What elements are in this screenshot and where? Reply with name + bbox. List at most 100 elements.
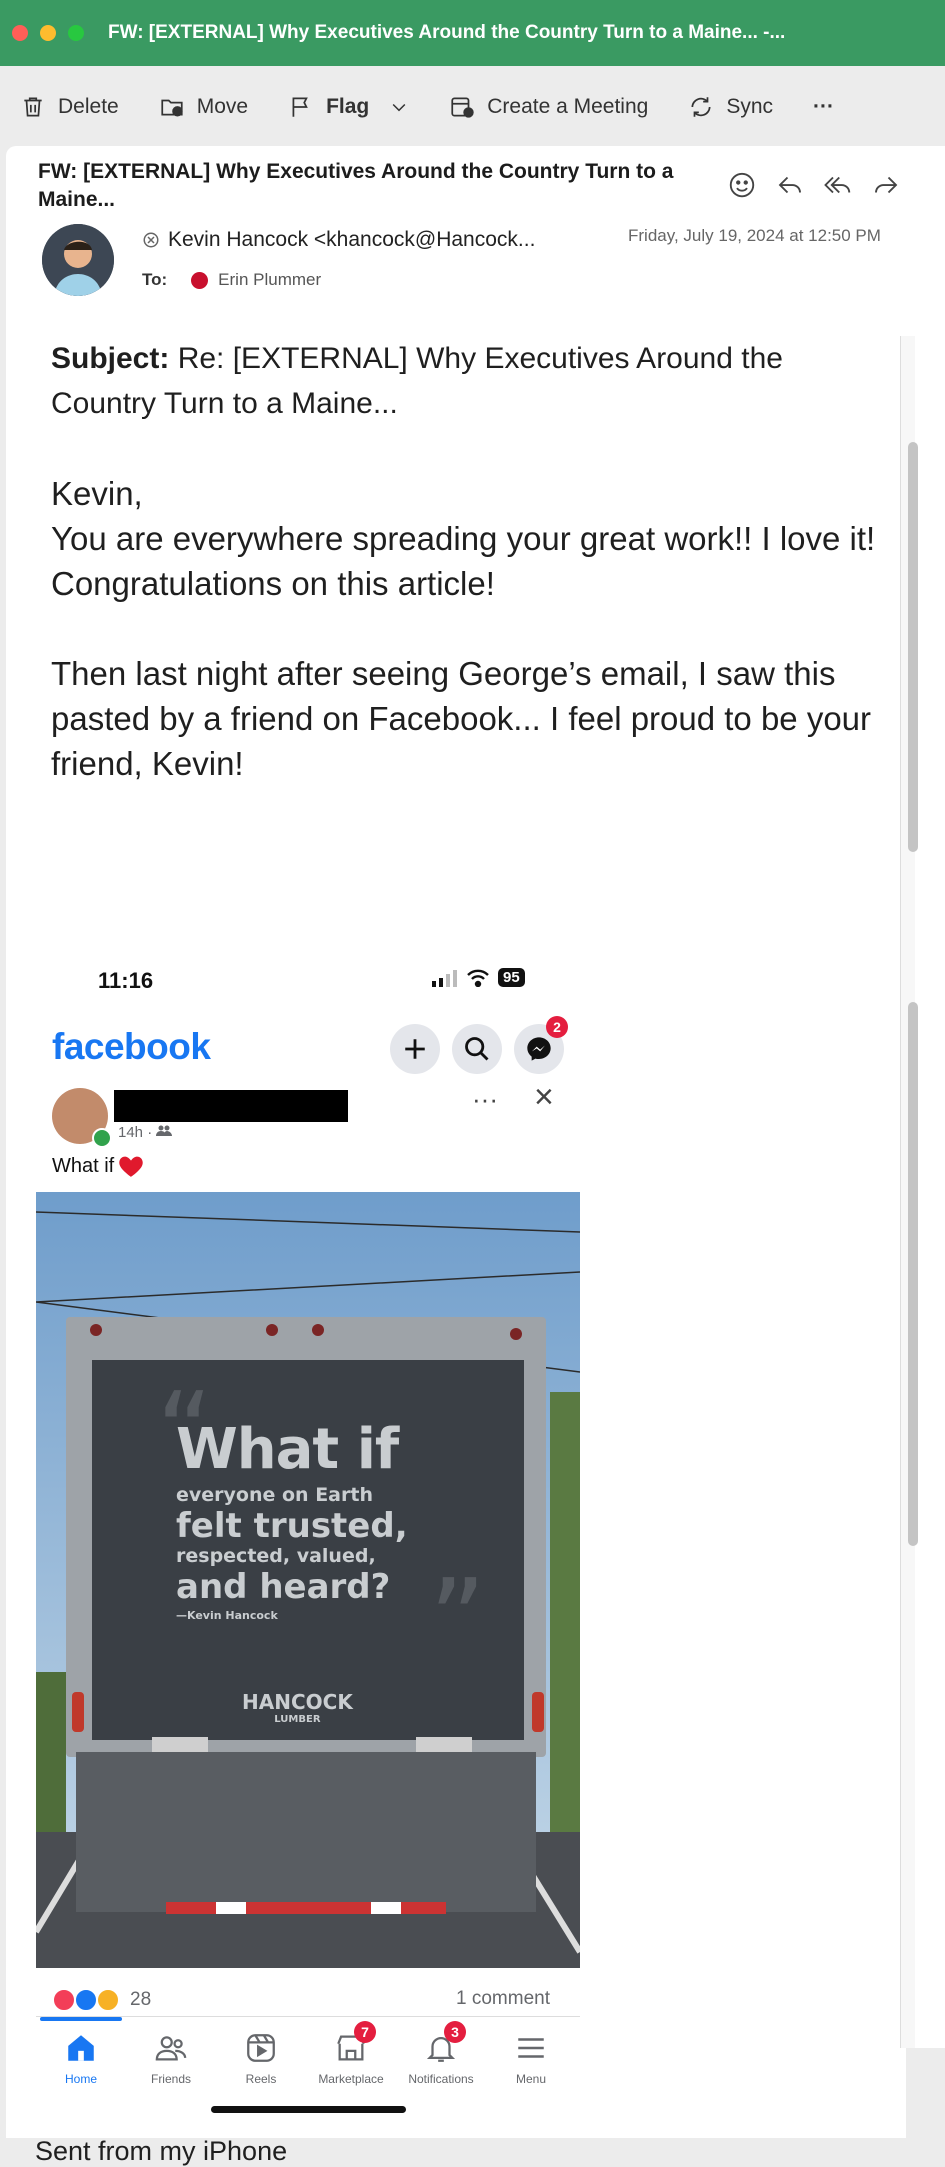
scrollbar-thumb-upper[interactable] — [908, 442, 918, 852]
fb-search-button — [452, 1024, 502, 1074]
message-pane: FW: [EXTERNAL] Why Executives Around the… — [6, 146, 945, 2166]
like-reaction-icon — [74, 1988, 98, 2012]
post-more-icon: ··· — [472, 1084, 498, 1114]
reels-icon — [247, 2034, 275, 2062]
truck-line-5: and heard? — [176, 1567, 391, 1607]
love-reaction-icon — [52, 1988, 76, 2012]
forward-icon[interactable] — [871, 170, 901, 200]
email-body: Subject: Re: [EXTERNAL] Why Executives A… — [51, 336, 891, 786]
recipient-name[interactable]: Erin Plummer — [218, 270, 321, 290]
email-signature: Sent from my iPhone — [35, 2136, 288, 2166]
folder-move-icon — [161, 99, 183, 117]
create-meeting-label: Create a Meeting — [487, 95, 649, 118]
care-reaction-icon — [96, 1988, 120, 2012]
to-label: To: — [142, 270, 168, 289]
status-icons: 95 — [432, 968, 525, 987]
flag-icon — [292, 97, 308, 117]
fb-bottom-nav: Home Friends Reels 7 Marketplace 3 Notif… — [36, 2016, 580, 2101]
nav-marketplace-label: Marketplace — [318, 2072, 384, 2086]
messenger-icon — [527, 1037, 551, 1061]
scrollbar-thumb-lower[interactable] — [908, 1002, 918, 1546]
post-photo-truck: “ ” What if everyone on Earth felt trust… — [36, 1192, 580, 1968]
fb-create-button — [390, 1024, 440, 1074]
nav-home: Home — [36, 2017, 126, 2101]
home-indicator — [211, 2106, 406, 2113]
external-sender-icon — [143, 232, 159, 248]
message-actions — [727, 170, 901, 200]
zoom-window-button[interactable] — [68, 25, 84, 41]
battery-level: 95 — [498, 968, 525, 987]
flag-button[interactable]: Flag — [288, 94, 409, 120]
reaction-count: 28 — [130, 1989, 152, 2010]
sync-icon — [691, 97, 711, 117]
truck-line-2: everyone on Earth — [176, 1484, 373, 1506]
body-greeting: Kevin, — [51, 475, 143, 512]
create-meeting-button[interactable]: Create a Meeting — [449, 94, 648, 120]
more-button[interactable]: ··· — [813, 95, 834, 119]
delete-button[interactable]: Delete — [20, 94, 119, 120]
body-subject-label: Subject: — [51, 342, 170, 375]
nav-friends-label: Friends — [150, 2072, 191, 2086]
truck-brand: HANCOCK LUMBER — [242, 1690, 353, 1725]
messenger-badge: 2 — [546, 1016, 568, 1038]
window-title: FW: [EXTERNAL] Why Executives Around the… — [108, 22, 786, 43]
trash-icon — [24, 97, 42, 117]
body-paragraph-2: Then last night after seeing George’s em… — [51, 655, 872, 782]
truck-attribution: —Kevin Hancock — [176, 1609, 278, 1622]
red-heart-icon — [119, 1156, 143, 1177]
truck-line-3: felt trusted, — [176, 1506, 408, 1546]
nav-reels: Reels — [216, 2017, 306, 2101]
email-date: Friday, July 19, 2024 at 12:50 PM — [628, 226, 881, 245]
post-text: What if — [52, 1154, 144, 1178]
window-titlebar: FW: [EXTERNAL] Why Executives Around the… — [0, 0, 945, 66]
status-time: 11:16 — [98, 968, 154, 993]
nav-active-indicator — [40, 2017, 122, 2021]
more-icon: ··· — [813, 95, 834, 118]
online-status-icon — [92, 1128, 112, 1148]
body-paragraph-1: You are everywhere spreading your great … — [51, 520, 876, 602]
nav-menu: Menu — [486, 2017, 576, 2101]
close-window-button[interactable] — [12, 25, 28, 41]
reply-all-icon[interactable] — [823, 170, 853, 200]
hamburger-menu-icon — [518, 2038, 544, 2058]
nav-menu-label: Menu — [515, 2072, 547, 2086]
emoji-reaction-icon[interactable] — [727, 170, 757, 200]
wifi-icon — [467, 969, 489, 987]
nav-notifications-label: Notifications — [408, 2072, 474, 2086]
sender-row[interactable]: Kevin Hancock <khancock@Hancock... — [142, 228, 535, 252]
sender-name: Kevin Hancock <khancock@Hancock... — [168, 228, 536, 251]
window-controls — [12, 25, 84, 41]
reply-icon[interactable] — [775, 170, 805, 200]
facebook-screenshot-image: 11:16 95 facebook 2 14h · ··· × What if — [6, 952, 906, 2138]
plus-icon — [405, 1039, 425, 1059]
email-subject: FW: [EXTERNAL] Why Executives Around the… — [38, 160, 674, 211]
nav-home-label: Home — [64, 2072, 97, 2086]
recipients-row: To: Erin Plummer — [142, 270, 321, 290]
delete-label: Delete — [58, 95, 119, 118]
friends-audience-icon — [156, 1125, 173, 1136]
signal-icon — [432, 969, 457, 987]
truck-brand-sub: LUMBER — [274, 1714, 321, 1725]
truck-brand-name: HANCOCK — [242, 1690, 353, 1714]
move-button[interactable]: Move — [159, 94, 248, 120]
toolbar: Delete Move Flag Create a Meeting Sync ·… — [0, 66, 945, 148]
nav-notifications: 3 Notifications — [396, 2017, 486, 2101]
nav-reels-label: Reels — [245, 2072, 277, 2086]
nav-friends: Friends — [126, 2017, 216, 2101]
minimize-window-button[interactable] — [40, 25, 56, 41]
facebook-logo: facebook — [52, 1026, 211, 1067]
sender-avatar — [42, 224, 114, 296]
sync-button[interactable]: Sync — [688, 94, 773, 120]
chevron-down-icon[interactable] — [389, 97, 409, 117]
calendar-icon — [451, 97, 474, 118]
flag-label: Flag — [326, 95, 370, 118]
friends-icon — [155, 2036, 187, 2061]
home-icon — [68, 2035, 94, 2061]
truck-slogan: What if everyone on Earth felt trusted, … — [176, 1422, 476, 1622]
post-caption: What if — [52, 1154, 115, 1177]
search-icon — [465, 1037, 489, 1061]
post-time: 14h · — [118, 1124, 153, 1141]
notifications-badge: 3 — [444, 2021, 466, 2043]
post-close-icon: × — [534, 1078, 554, 1116]
move-label: Move — [196, 95, 249, 118]
